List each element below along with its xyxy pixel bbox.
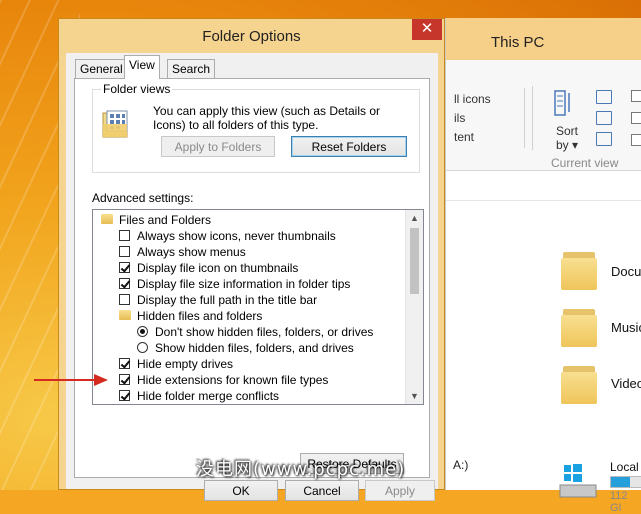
- folder-views-group: Folder views You can apply this view (su…: [92, 82, 420, 173]
- add-columns-icon[interactable]: [596, 111, 612, 125]
- option-label: Hide extensions for known file types: [137, 373, 329, 387]
- folder-icon[interactable]: [561, 303, 597, 347]
- scroll-up-icon[interactable]: ▲: [406, 210, 423, 226]
- ribbon: ll icons ils tent Sort by ▾ Current view: [446, 60, 641, 171]
- apply-to-folders-button[interactable]: Apply to Folders: [161, 136, 275, 157]
- folder-options-dialog: Folder Options ✕ General View Search Fol…: [58, 18, 445, 501]
- tab-search[interactable]: Search: [167, 59, 216, 78]
- folder-icon[interactable]: [561, 246, 597, 290]
- ok-button[interactable]: OK: [204, 480, 278, 501]
- view-options-icons: [596, 90, 626, 150]
- option-label: Hide folder merge conflicts: [137, 389, 280, 403]
- folder-icon: [119, 310, 131, 320]
- close-button[interactable]: ✕: [412, 19, 442, 40]
- sort-by-label: by: [556, 138, 569, 152]
- extensions-toggle[interactable]: [631, 112, 641, 124]
- hidden-items-toggle[interactable]: [631, 134, 641, 146]
- option-label: Files and Folders: [119, 213, 212, 227]
- folder-views-icon: [102, 110, 128, 138]
- folder-name[interactable]: Docu: [611, 264, 641, 279]
- folder-icon[interactable]: [561, 360, 597, 404]
- checkbox[interactable]: [119, 294, 130, 305]
- item-checkbox-toggle[interactable]: [631, 90, 641, 102]
- advanced-settings-label: Advanced settings:: [92, 191, 194, 205]
- drive-icon[interactable]: [558, 463, 598, 503]
- dialog-body: General View Search Folder views You can…: [66, 53, 438, 501]
- option-label: Always show icons, never thumbnails: [137, 229, 336, 243]
- radio-button[interactable]: [137, 342, 148, 353]
- vertical-scrollbar[interactable]: ▲ ▼: [405, 210, 423, 404]
- tab-view[interactable]: View: [124, 55, 160, 79]
- checkbox[interactable]: [119, 278, 130, 289]
- watermark: 没电网(www.pcpc.me): [196, 459, 406, 480]
- checkbox[interactable]: [119, 262, 130, 273]
- drive-name[interactable]: Local: [610, 460, 639, 474]
- apply-button[interactable]: Apply: [365, 480, 435, 501]
- tab-general[interactable]: General: [75, 59, 128, 78]
- checkbox[interactable]: [119, 246, 130, 257]
- explorer-window: This PC ll icons ils tent Sort by ▾ Curr…: [445, 18, 641, 514]
- current-view-group-label: Current view: [551, 156, 619, 170]
- option-label: Display file icon on thumbnails: [137, 261, 299, 275]
- reset-folders-button[interactable]: Reset Folders: [291, 136, 407, 157]
- option-label: Hide empty drives: [137, 357, 234, 371]
- drive-usage-bar: [610, 476, 641, 488]
- show-hide-checkboxes: [631, 90, 641, 156]
- folder-views-legend: Folder views: [101, 82, 173, 96]
- radio-button[interactable]: [137, 326, 148, 337]
- layout-list: ll icons ils tent: [446, 86, 533, 150]
- scroll-thumb[interactable]: [410, 228, 419, 294]
- group-by-icon[interactable]: [596, 90, 612, 104]
- option-label: Display the full path in the title bar: [137, 293, 318, 307]
- dialog-title: Folder Options: [202, 28, 301, 45]
- option-label: Hidden files and folders: [137, 309, 263, 323]
- option-label: Display file size information in folder …: [137, 277, 351, 291]
- advanced-settings-list[interactable]: Files and Folders Always show icons, neve…: [92, 209, 424, 405]
- close-icon: ✕: [420, 20, 434, 37]
- column-header: [446, 178, 641, 201]
- explorer-titlebar: This PC: [446, 18, 641, 60]
- drive-size: 112 GI: [610, 490, 628, 514]
- layout-scrollbar[interactable]: [524, 88, 535, 148]
- sort-by-button[interactable]: Sort by ▾: [556, 124, 578, 152]
- view-tab-panel: Folder views You can apply this view (su…: [74, 78, 430, 478]
- checkbox[interactable]: [119, 374, 130, 385]
- red-arrow-annotation: [34, 374, 108, 386]
- drive-usage-fill: [611, 477, 631, 487]
- folder-name[interactable]: Music: [611, 320, 641, 335]
- cancel-button[interactable]: Cancel: [285, 480, 359, 501]
- scroll-down-icon[interactable]: ▼: [406, 388, 423, 404]
- folder-views-description: You can apply this view (such as Details…: [153, 104, 381, 132]
- option-label: Don't show hidden files, folders, or dri…: [155, 325, 374, 339]
- layout-item[interactable]: ll icons: [454, 92, 491, 106]
- checkbox[interactable]: [119, 230, 130, 241]
- size-columns-icon[interactable]: [596, 132, 612, 146]
- explorer-title: This PC: [491, 34, 545, 51]
- option-label: Always show menus: [137, 245, 246, 259]
- sort-label: Sort: [556, 124, 579, 138]
- layout-item[interactable]: ils: [454, 111, 465, 125]
- option-label: Show hidden files, folders, and drives: [155, 341, 354, 355]
- sort-by-icon[interactable]: [554, 90, 572, 116]
- floppy-drive-label[interactable]: A:): [453, 458, 468, 472]
- checkbox[interactable]: [119, 358, 130, 369]
- layout-item[interactable]: tent: [454, 130, 474, 144]
- checkbox[interactable]: [119, 390, 130, 401]
- folder-icon: [101, 214, 113, 224]
- folder-name[interactable]: Video: [611, 376, 641, 391]
